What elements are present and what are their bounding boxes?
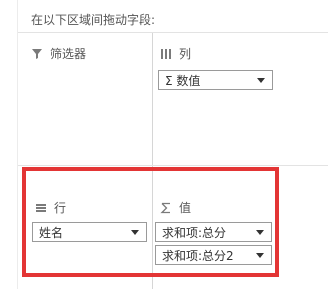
row-field-label: 姓名: [39, 225, 64, 240]
sigma-icon: [160, 202, 172, 214]
vertical-divider: [152, 33, 153, 289]
value-area-label: 值: [179, 201, 192, 215]
column-field-chip[interactable]: Σ 数值: [158, 70, 273, 90]
row-area-header: 行: [35, 201, 66, 215]
value-field-label: 求和项:总分: [162, 225, 227, 240]
value-field-chip-2[interactable]: 求和项:总分2: [155, 245, 272, 265]
filter-icon: [31, 48, 43, 60]
column-area-label: 列: [179, 47, 192, 61]
row-area-label: 行: [54, 201, 67, 215]
middle-divider: [18, 165, 328, 166]
columns-icon: [160, 48, 172, 60]
chevron-down-icon[interactable]: [130, 227, 140, 237]
chevron-down-icon[interactable]: [256, 75, 266, 85]
filter-area-header: 筛选器: [31, 47, 86, 61]
column-field-label: Σ 数值: [165, 73, 201, 88]
drag-fields-instruction: 在以下区域间拖动字段:: [31, 13, 156, 27]
column-area-header: 列: [160, 47, 191, 61]
value-field-chip[interactable]: 求和项:总分: [155, 222, 272, 242]
value-area-header: 值: [160, 201, 191, 215]
filter-area-label: 筛选器: [50, 47, 87, 61]
value-field-label-2: 求和项:总分2: [162, 248, 234, 263]
pane-left-border: [17, 0, 18, 289]
top-divider: [18, 32, 328, 33]
chevron-down-icon[interactable]: [255, 250, 265, 260]
chevron-down-icon[interactable]: [255, 227, 265, 237]
rows-icon: [35, 202, 47, 214]
row-field-chip[interactable]: 姓名: [32, 222, 147, 242]
pivot-table-areas-pane: 在以下区域间拖动字段: 筛选器 列 Σ 数值 行 姓名 值 求和项:总分 求和项…: [0, 0, 328, 289]
